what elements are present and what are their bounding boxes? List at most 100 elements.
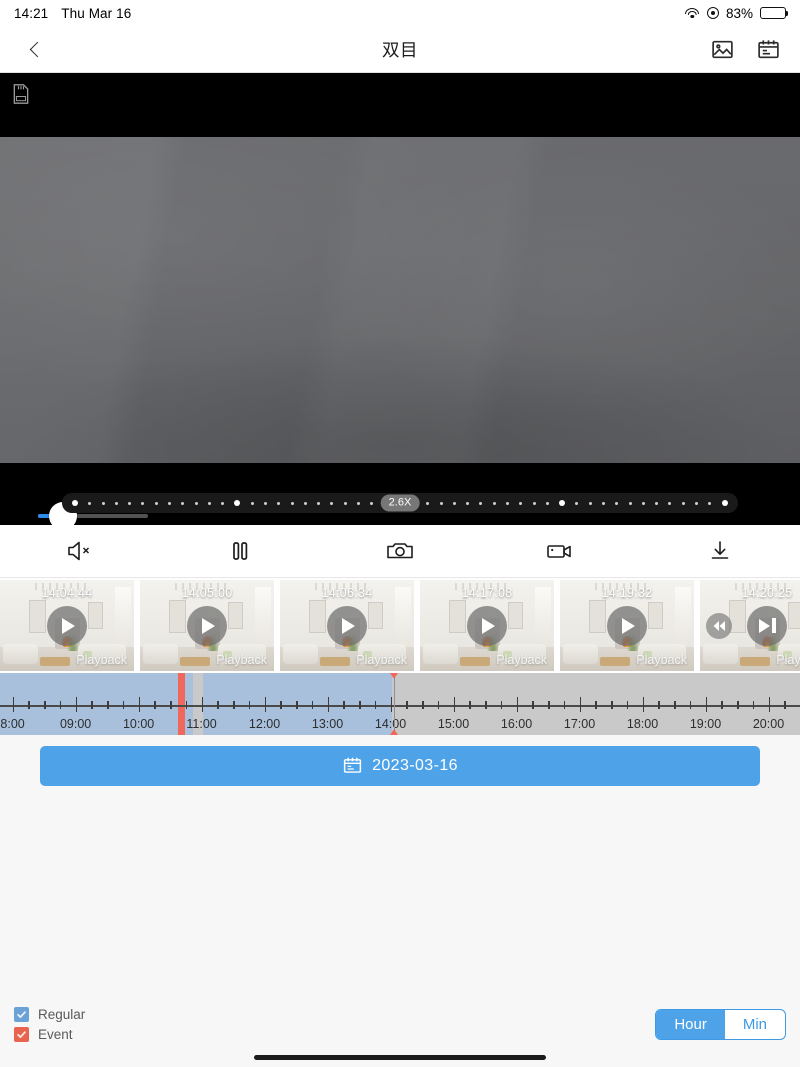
- timeline-hour-label: 20:00: [752, 717, 785, 731]
- timeline-tick: [185, 701, 188, 709]
- legend-label-event: Event: [38, 1027, 73, 1042]
- clip-thumbnail[interactable]: 14:04:44 Playback: [0, 580, 134, 671]
- playback-speed-slider[interactable]: 2.6X: [62, 493, 738, 513]
- timeline-tick: [154, 701, 156, 709]
- pause-overlay-button[interactable]: [747, 605, 787, 646]
- timeline-hour-label: 10:00: [122, 717, 155, 731]
- battery-icon: [760, 6, 789, 20]
- speed-tick: [154, 501, 158, 505]
- timeline-hour-label: 12:00: [248, 717, 281, 731]
- recording-timeline[interactable]: 8:00 09:00 10:00 11:00 12:00 13:00 14:00 15:00 1…: [0, 673, 800, 735]
- clip-thumbnail[interactable]: 14:05:00 Playback: [140, 580, 274, 671]
- timeline-hour-label: 13:00: [311, 717, 344, 731]
- timeline-tick: [768, 697, 771, 712]
- timeline-tick: [721, 701, 723, 709]
- timeline-tick: [453, 697, 456, 712]
- status-bar: 14:21 Thu Mar 16 83%: [0, 0, 800, 26]
- timeline-regular-segment: [203, 673, 393, 735]
- speed-tick: [263, 501, 267, 505]
- play-overlay-button[interactable]: [187, 605, 227, 646]
- speed-tick: [303, 501, 307, 505]
- timeline-tick: [437, 701, 440, 709]
- timeline-tick: [296, 701, 298, 709]
- calendar-button[interactable]: [754, 35, 782, 63]
- wifi-icon: [685, 7, 700, 19]
- event-checkbox[interactable]: [14, 1027, 29, 1042]
- timeline-tick: [784, 701, 786, 709]
- timeline-hour-label: 17:00: [563, 717, 596, 731]
- speed-tick: [721, 500, 728, 506]
- empty-area: [0, 790, 800, 1003]
- thumbnail-timestamp: 14:20:25: [741, 586, 793, 600]
- video-stage[interactable]: 2.6X: [0, 73, 800, 525]
- thumbnail-watermark: Playback: [776, 653, 800, 667]
- zoom-slider[interactable]: [38, 502, 148, 525]
- timescale-hour-option[interactable]: Hour: [656, 1010, 725, 1039]
- speed-tick: [426, 501, 430, 505]
- stage-top-bar: [0, 73, 800, 137]
- clip-thumbnail[interactable]: 14:06:34 Playback: [280, 580, 414, 671]
- speed-tick: [330, 501, 334, 505]
- speed-tick: [114, 501, 118, 505]
- regular-checkbox[interactable]: [14, 1007, 29, 1022]
- legend-item-regular[interactable]: Regular: [14, 1007, 85, 1022]
- timeline-tick: [201, 697, 204, 712]
- play-icon: [482, 617, 495, 634]
- play-overlay-button[interactable]: [607, 605, 647, 646]
- clip-thumbnail-strip[interactable]: 14:04:44 Playback 14:05:00 Playback 14:06:34…: [0, 578, 800, 673]
- video-camera-icon: [547, 545, 571, 558]
- timeline-hour-label: 18:00: [626, 717, 659, 731]
- gallery-button[interactable]: [708, 35, 736, 63]
- thumbnail-watermark: Playback: [496, 653, 547, 667]
- play-overlay-button[interactable]: [47, 605, 87, 646]
- status-time: 14:21: [14, 5, 49, 21]
- timeline-hour-label: 11:00: [186, 717, 217, 731]
- timeline-playhead[interactable]: [393, 673, 396, 735]
- download-button[interactable]: [640, 525, 800, 577]
- thumbnail-watermark: Playback: [216, 653, 267, 667]
- timeline-tick: [500, 701, 503, 709]
- speed-value-pill[interactable]: 2.6X: [380, 494, 420, 512]
- play-overlay-button[interactable]: [327, 605, 367, 646]
- timeline-tick: [44, 701, 46, 709]
- legend-label-regular: Regular: [38, 1007, 86, 1022]
- clip-thumbnail[interactable]: 14:17:08 Playback: [420, 580, 554, 671]
- play-pause-icon: [759, 618, 776, 633]
- timeline-tick: [233, 701, 235, 709]
- speed-tick: [452, 501, 456, 505]
- video-frame: [0, 137, 800, 463]
- footer-bar: Regular Event Hour Min: [0, 1003, 800, 1067]
- thumbnail-timestamp: 14:04:44: [41, 586, 93, 600]
- rewind-button[interactable]: [706, 612, 732, 639]
- speed-tick: [250, 501, 254, 505]
- timeline-tick: [548, 701, 550, 709]
- timescale-min-option[interactable]: Min: [725, 1010, 785, 1039]
- navigation-actions: [708, 35, 782, 63]
- speed-tick: [343, 501, 347, 505]
- timeline-hour-label: 15:00: [437, 717, 470, 731]
- timeline-tick: [705, 697, 708, 712]
- clip-thumbnail[interactable]: 14:20:25 Playback: [700, 580, 800, 671]
- back-button[interactable]: [18, 32, 52, 66]
- record-button[interactable]: [480, 525, 640, 577]
- speed-tick: [370, 501, 374, 505]
- timeline-tick: [138, 697, 141, 712]
- speed-tick: [141, 501, 145, 505]
- speed-tick: [439, 501, 443, 505]
- status-bar-left: 14:21 Thu Mar 16: [14, 6, 131, 21]
- play-overlay-button[interactable]: [467, 605, 507, 646]
- speed-tick: [575, 501, 579, 505]
- speaker-mute-icon: [68, 541, 90, 561]
- calendar-icon: [757, 39, 779, 58]
- pause-button[interactable]: [160, 525, 320, 577]
- sd-card-icon: [13, 84, 29, 104]
- date-picker-button[interactable]: 2023-03-16: [40, 745, 760, 786]
- legend-item-event[interactable]: Event: [14, 1027, 85, 1042]
- navigation-bar: 双目: [0, 26, 800, 73]
- snapshot-button[interactable]: [320, 525, 480, 577]
- clip-thumbnail[interactable]: 14:19:32 Playback: [560, 580, 694, 671]
- date-bar: 2023-03-16: [0, 735, 800, 790]
- thumbnail-timestamp: 14:06:34: [321, 586, 373, 600]
- timeline-tick: [422, 701, 424, 709]
- mute-button[interactable]: [0, 525, 160, 577]
